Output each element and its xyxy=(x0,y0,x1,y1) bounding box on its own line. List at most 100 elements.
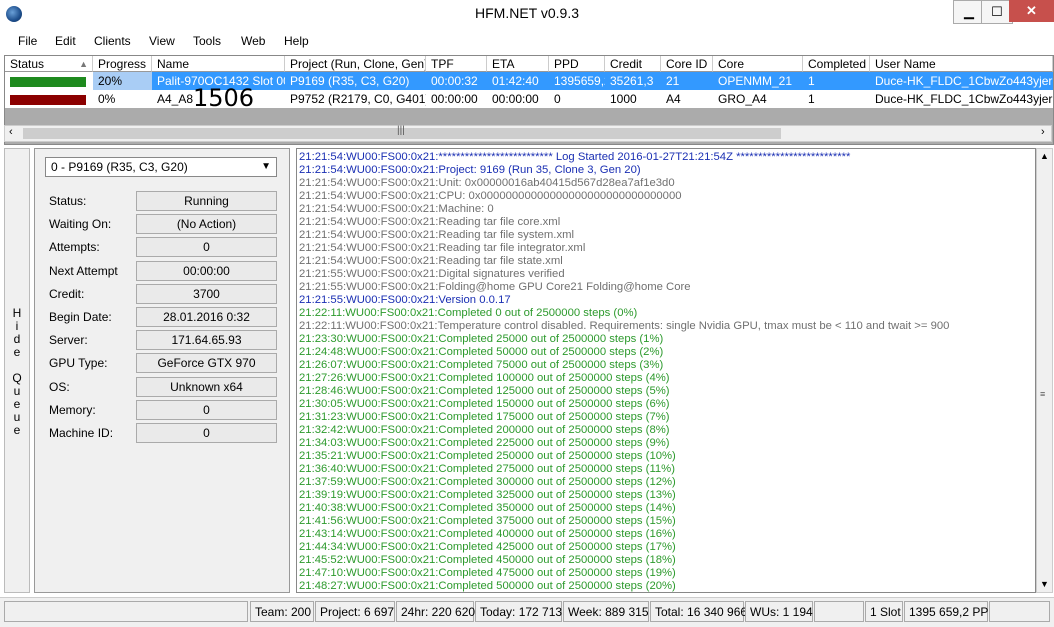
detail-value: 0 xyxy=(136,399,277,420)
header-status[interactable]: Status ▲ xyxy=(5,56,93,72)
credit-cell: 35261,3 xyxy=(605,72,661,90)
chevron-down-icon: ▼ xyxy=(261,161,271,172)
header-eta[interactable]: ETA xyxy=(487,56,549,72)
detail-value: 3700 xyxy=(136,283,277,304)
ppd-cell: 1395659,2 xyxy=(549,72,605,90)
status-team: Team: 200 xyxy=(250,601,314,622)
header-ppd[interactable]: PPD xyxy=(549,56,605,72)
close-button[interactable]: ✕ xyxy=(1009,0,1054,22)
ppd-cell: 0 xyxy=(549,90,605,108)
core-id-cell: A4 xyxy=(661,90,713,108)
scroll-down-icon[interactable]: ▼ xyxy=(1040,579,1049,589)
hide-queue-label: Hide Queue xyxy=(12,306,22,437)
log-line: 21:21:55:WU00:FS00:0x21:Digital signatur… xyxy=(299,268,565,280)
detail-value: 0 xyxy=(136,423,277,443)
core-cell: GRO_A4 xyxy=(713,90,803,108)
header-user-name[interactable]: User Name xyxy=(870,56,1053,72)
log-line: 21:48:27:WU00:FS00:0x21:Completed 500000… xyxy=(299,580,676,592)
log-line: 21:37:59:WU00:FS00:0x21:Completed 300000… xyxy=(299,476,676,488)
log-vertical-scrollbar[interactable]: ▲ ≡ ▼ xyxy=(1036,148,1053,593)
detail-label: Waiting On: xyxy=(49,217,112,232)
status-week: Week: 889 315 xyxy=(563,601,649,622)
log-line: 21:27:26:WU00:FS00:0x21:Completed 100000… xyxy=(299,372,670,384)
detail-label: GPU Type: xyxy=(49,356,108,371)
scroll-thumb[interactable]: ||| xyxy=(23,125,781,139)
log-line: 21:40:38:WU00:FS00:0x21:Completed 350000… xyxy=(299,502,676,514)
header-project[interactable]: Project (Run, Clone, Gen) xyxy=(285,56,426,72)
detail-label: OS: xyxy=(49,379,70,394)
maximize-icon: ☐ xyxy=(991,4,1003,19)
menu-file[interactable]: File xyxy=(18,34,37,48)
log-line: 21:21:54:WU00:FS00:0x21:Reading tar file… xyxy=(299,229,575,241)
detail-value: Running xyxy=(136,191,277,211)
log-line: 21:26:07:WU00:FS00:0x21:Completed 75000 … xyxy=(299,359,664,371)
log-line: 21:21:54:WU00:FS00:0x21:CPU: 0x000000000… xyxy=(299,190,682,202)
detail-label: Begin Date: xyxy=(49,310,112,324)
status-spacer xyxy=(814,601,864,622)
progress-cell: 0% xyxy=(93,90,152,108)
menu-tools[interactable]: Tools xyxy=(193,34,221,48)
user-cell: Duce-HK_FLDC_1CbwZo443yjerS5JY xyxy=(870,90,1053,108)
core-cell: OPENMM_21 xyxy=(713,72,803,90)
header-credit[interactable]: Credit xyxy=(605,56,661,72)
status-cell xyxy=(5,72,93,90)
status-24hr: 24hr: 220 620 xyxy=(396,601,475,622)
grip-icon: ≡ xyxy=(1040,389,1046,399)
log-line: 21:39:19:WU00:FS00:0x21:Completed 325000… xyxy=(299,489,676,501)
detail-label: Machine ID: xyxy=(49,426,114,440)
close-icon: ✕ xyxy=(1026,3,1037,18)
scroll-right-icon[interactable]: › xyxy=(1041,126,1045,138)
log-line: 21:44:34:WU00:FS00:0x21:Completed 425000… xyxy=(299,541,676,553)
detail-value: 171.64.65.93 xyxy=(136,330,277,351)
status-today: Today: 172 713 xyxy=(475,601,562,622)
work-unit-details-panel: 0 - P9169 (R35, C3, G20) ▼ Status: Runnin… xyxy=(34,148,290,593)
project-cell: P9752 (R2179, C0, G401) xyxy=(285,90,426,108)
scroll-up-icon[interactable]: ▲ xyxy=(1040,151,1049,161)
grip-icon: ||| xyxy=(397,125,405,136)
log-line: 21:45:52:WU00:FS00:0x21:Completed 450000… xyxy=(299,554,676,566)
log-line: 21:28:46:WU00:FS00:0x21:Completed 125000… xyxy=(299,385,670,397)
detail-label: Attempts: xyxy=(49,240,100,255)
header-core-id[interactable]: Core ID xyxy=(661,56,713,72)
log-viewer[interactable]: 21:21:54:WU00:FS00:0x21:****************… xyxy=(296,148,1036,593)
log-line: 21:23:30:WU00:FS00:0x21:Completed 25000 … xyxy=(299,333,664,345)
name-cell: A4_A8 1506 xyxy=(152,86,285,110)
log-line: 21:21:54:WU00:FS00:0x21:Unit: 0x00000016… xyxy=(299,177,675,189)
menu-edit[interactable]: Edit xyxy=(55,34,76,48)
menu-clients[interactable]: Clients xyxy=(94,34,131,48)
log-line: 21:21:55:WU00:FS00:0x21:Folding@home GPU… xyxy=(299,281,691,293)
menu-help[interactable]: Help xyxy=(284,34,309,48)
menu-web[interactable]: Web xyxy=(241,34,265,48)
sort-up-icon: ▲ xyxy=(79,59,88,69)
log-line: 21:21:54:WU00:FS00:0x21:Reading tar file… xyxy=(299,216,561,228)
status-color-bar xyxy=(10,94,86,105)
header-core[interactable]: Core xyxy=(713,56,803,72)
hide-queue-button[interactable]: Hide Queue xyxy=(4,148,30,593)
status-cell xyxy=(5,90,93,108)
header-completed[interactable]: Completed xyxy=(803,56,870,72)
header-progress[interactable]: Progress xyxy=(93,56,152,72)
header-tpf[interactable]: TPF xyxy=(426,56,487,72)
status-project: Project: 6 697 xyxy=(315,601,395,622)
project-cell: P9169 (R35, C3, G20) xyxy=(285,72,426,90)
window-title: HFM.NET v0.9.3 xyxy=(475,5,579,21)
scroll-left-icon[interactable]: ‹ xyxy=(9,126,13,138)
detail-value: 00:00:00 xyxy=(136,260,277,281)
log-line: 21:47:10:WU00:FS00:0x21:Completed 475000… xyxy=(299,567,676,579)
detail-value: 0 xyxy=(136,237,277,258)
detail-label: Memory: xyxy=(49,402,96,417)
completed-cell: 1 xyxy=(803,72,870,90)
status-color-bar xyxy=(10,76,86,87)
grid-horizontal-scrollbar[interactable]: ‹ ||| › xyxy=(4,125,1052,142)
overlay-number: 1506 xyxy=(193,84,255,112)
header-name[interactable]: Name xyxy=(152,56,285,72)
completed-cell: 1 xyxy=(803,90,870,108)
menu-view[interactable]: View xyxy=(149,34,175,48)
detail-label: Status: xyxy=(49,194,87,208)
title-bar: HFM.NET v0.9.3 ▁ ☐ ✕ xyxy=(0,0,1054,29)
work-unit-select[interactable]: 0 - P9169 (R35, C3, G20) ▼ xyxy=(45,157,277,177)
log-line: 21:21:54:WU00:FS00:0x21:Machine: 0 xyxy=(299,203,494,215)
menu-bar: File Edit Clients View Tools Web Help xyxy=(0,30,1054,52)
user-cell: Duce-HK_FLDC_1CbwZo443yjerS5JY xyxy=(870,72,1053,90)
detail-label: Credit: xyxy=(49,286,85,301)
